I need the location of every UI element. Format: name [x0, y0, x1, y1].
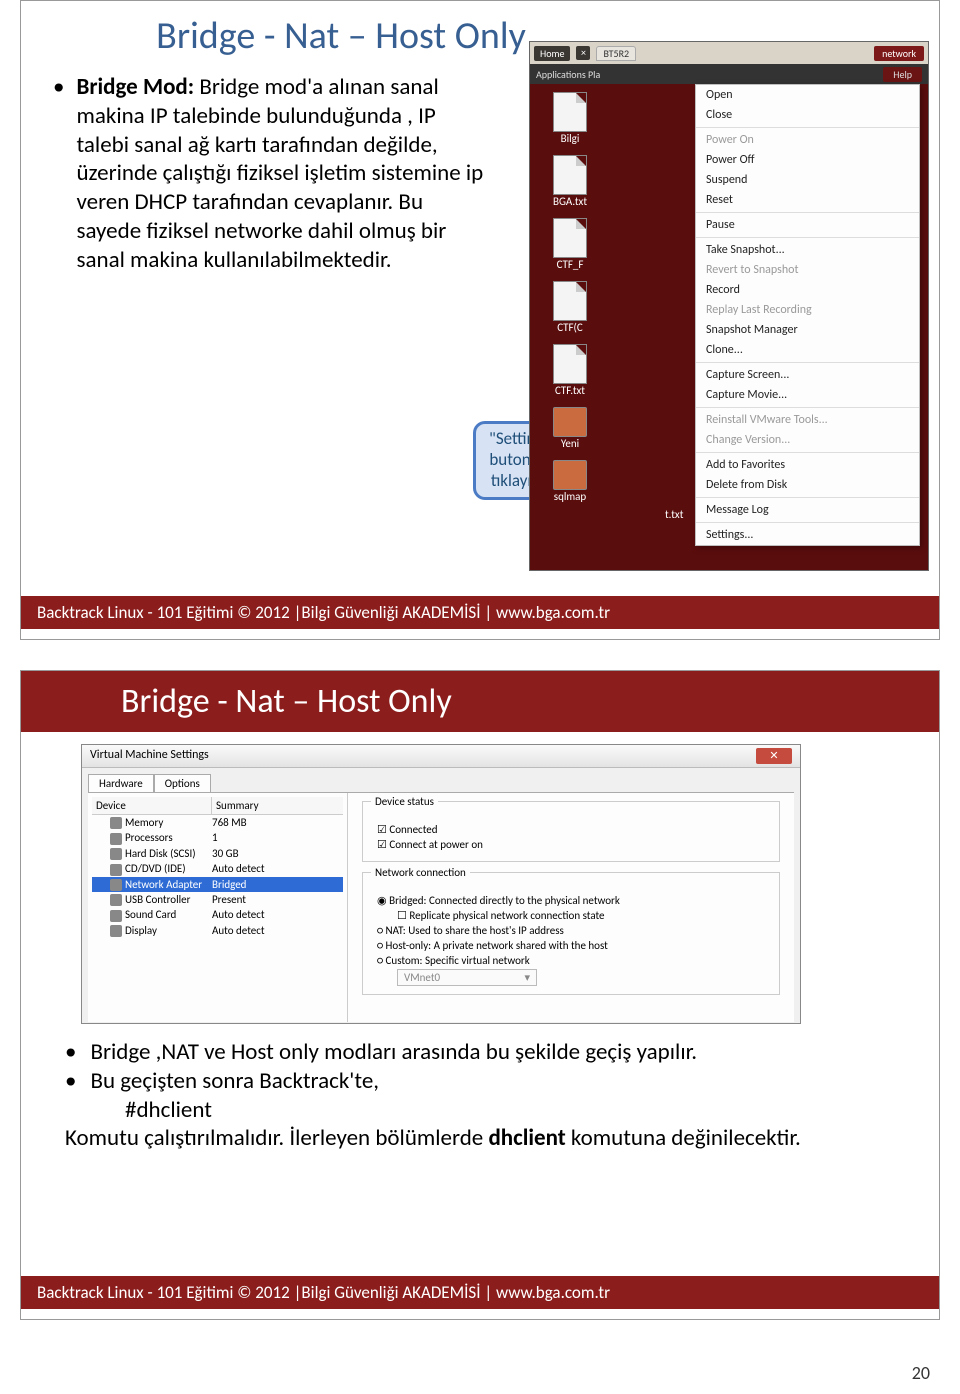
- desktop-icon[interactable]: CTF_F: [540, 218, 600, 271]
- vm-tabbar: Home × BT5R2 network: [530, 42, 928, 64]
- partial-filename: t.txt: [665, 508, 683, 521]
- menu-item[interactable]: Record: [696, 280, 919, 300]
- page-number: 20: [912, 1362, 930, 1384]
- menu-item[interactable]: Clone...: [696, 340, 919, 360]
- menu-item[interactable]: Reset: [696, 190, 919, 210]
- applications-menu[interactable]: Applications Pla: [536, 68, 600, 81]
- desktop-icon[interactable]: CTF.txt: [540, 344, 600, 397]
- menu-item: Revert to Snapshot: [696, 260, 919, 280]
- close-tab-icon[interactable]: ×: [576, 46, 590, 60]
- network-connection-label: Network connection: [371, 866, 470, 879]
- menu-item[interactable]: Add to Favorites: [696, 455, 919, 475]
- bridged-radio[interactable]: Bridged: Connected directly to the physi…: [377, 894, 771, 907]
- tab-hardware[interactable]: Hardware: [88, 774, 154, 792]
- menu-item[interactable]: Capture Screen...: [696, 365, 919, 385]
- slide2-footer: Backtrack Linux - 101 Eğitimi © 2012 |Bi…: [21, 1276, 939, 1309]
- vm-settings-window: Virtual Machine Settings ✕ Hardware Opti…: [81, 744, 801, 1024]
- menu-item[interactable]: Capture Movie...: [696, 385, 919, 405]
- menu-item[interactable]: Message Log: [696, 500, 919, 520]
- menu-item: Replay Last Recording: [696, 300, 919, 320]
- slide-1: Bridge - Nat – Host Only Bridge Mod: Bri…: [20, 0, 940, 640]
- menu-item: Power On: [696, 130, 919, 150]
- menu-item: Change Version...: [696, 430, 919, 450]
- device-row[interactable]: Hard Disk (SCSI)30 GB: [92, 846, 343, 861]
- slide1-para: Bridge mod'a alınan sanal makina IP tale…: [76, 73, 483, 274]
- device-details: Device status Connected Connect at power…: [348, 793, 794, 1022]
- vmware-screenshot: Home × BT5R2 network Applications Pla He…: [529, 41, 929, 571]
- device-row[interactable]: Network AdapterBridged: [92, 877, 343, 892]
- desktop-icon[interactable]: Yeni: [540, 407, 600, 450]
- custom-radio[interactable]: Custom: Specific virtual network: [377, 954, 771, 967]
- desktop-icon[interactable]: BGA.txt: [540, 155, 600, 208]
- device-status-label: Device status: [371, 795, 438, 808]
- menu-item[interactable]: Suspend: [696, 170, 919, 190]
- col-summary: Summary: [212, 797, 263, 814]
- desktop-icon[interactable]: sqlmap: [540, 460, 600, 503]
- device-list: Device Summary Memory768 MBProcessors1Ha…: [88, 793, 348, 1022]
- gnome-panel: Applications Pla Help: [530, 64, 928, 84]
- col-device: Device: [92, 797, 212, 814]
- settings-tabs: Hardware Options: [82, 768, 800, 792]
- close-icon[interactable]: ✕: [756, 748, 792, 764]
- nat-radio[interactable]: NAT: Used to share the host's IP address: [377, 924, 771, 937]
- slide1-body: Bridge Mod: Bridge mod'a alınan sanal ma…: [21, 65, 511, 274]
- bridge-mod-label: Bridge Mod:: [76, 73, 194, 101]
- menu-item[interactable]: Delete from Disk: [696, 475, 919, 495]
- replicate-checkbox[interactable]: Replicate physical network connection st…: [397, 909, 771, 922]
- menu-item[interactable]: Close: [696, 105, 919, 125]
- bullet-1: Bridge ,NAT ve Host only modları arasınd…: [90, 1038, 697, 1066]
- bullet-2a: Bu geçişten sonra Backtrack'te,: [90, 1067, 379, 1095]
- slide2-body: Bridge ,NAT ve Host only modları arasınd…: [21, 1024, 939, 1153]
- menu-item[interactable]: Settings...: [696, 525, 919, 545]
- menu-item[interactable]: Snapshot Manager: [696, 320, 919, 340]
- hostonly-radio[interactable]: Host-only: A private network shared with…: [377, 939, 771, 952]
- menu-item[interactable]: Pause: [696, 215, 919, 235]
- device-row[interactable]: USB ControllerPresent: [92, 892, 343, 907]
- slide1-heading: Bridge - Nat – Host Only: [141, 13, 541, 59]
- device-row[interactable]: Memory768 MB: [92, 815, 343, 830]
- desktop-icons: Bilgi BGA.txt CTF_F CTF(C CTF.txt Yeni sqlmap: [530, 84, 690, 513]
- connected-checkbox[interactable]: Connected: [377, 823, 771, 836]
- slide1-footer: Backtrack Linux - 101 Eğitimi © 2012 |Bi…: [21, 596, 939, 629]
- network-button[interactable]: network: [874, 46, 924, 61]
- menu-item[interactable]: Open: [696, 85, 919, 105]
- vmnet-dropdown[interactable]: VMnet0: [397, 969, 537, 986]
- vm-tab[interactable]: BT5R2: [596, 46, 636, 61]
- window-title: Virtual Machine Settings: [90, 748, 209, 764]
- dhclient-command: #dhclient: [65, 1096, 899, 1125]
- menu-item[interactable]: Take Snapshot...: [696, 240, 919, 260]
- slide-2: Bridge - Nat – Host Only Virtual Machine…: [20, 670, 940, 1320]
- help-menu[interactable]: Help: [883, 67, 922, 82]
- device-row[interactable]: Sound CardAuto detect: [92, 907, 343, 922]
- slide2-title: Bridge - Nat – Host Only: [21, 671, 939, 732]
- device-row[interactable]: DisplayAuto detect: [92, 923, 343, 938]
- bullet-2c-pre: Komutu çalıştırılmalıdır. İlerleyen bölü…: [65, 1124, 488, 1152]
- bullet-2c-post: komutuna değinilecektir.: [566, 1124, 801, 1152]
- window-titlebar: Virtual Machine Settings ✕: [82, 745, 800, 768]
- dhclient-bold: dhclient: [488, 1124, 565, 1152]
- menu-item: Reinstall VMware Tools...: [696, 410, 919, 430]
- menu-item[interactable]: Power Off: [696, 150, 919, 170]
- tab-options[interactable]: Options: [154, 774, 211, 792]
- desktop-icon[interactable]: Bilgi: [540, 92, 600, 145]
- connect-poweron-checkbox[interactable]: Connect at power on: [377, 838, 771, 851]
- device-row[interactable]: Processors1: [92, 830, 343, 845]
- device-row[interactable]: CD/DVD (IDE)Auto detect: [92, 861, 343, 876]
- desktop-icon[interactable]: CTF(C: [540, 281, 600, 334]
- context-menu[interactable]: OpenClose Power OnPower OffSuspendReset Pa…: [695, 84, 920, 546]
- home-button[interactable]: Home: [534, 46, 570, 61]
